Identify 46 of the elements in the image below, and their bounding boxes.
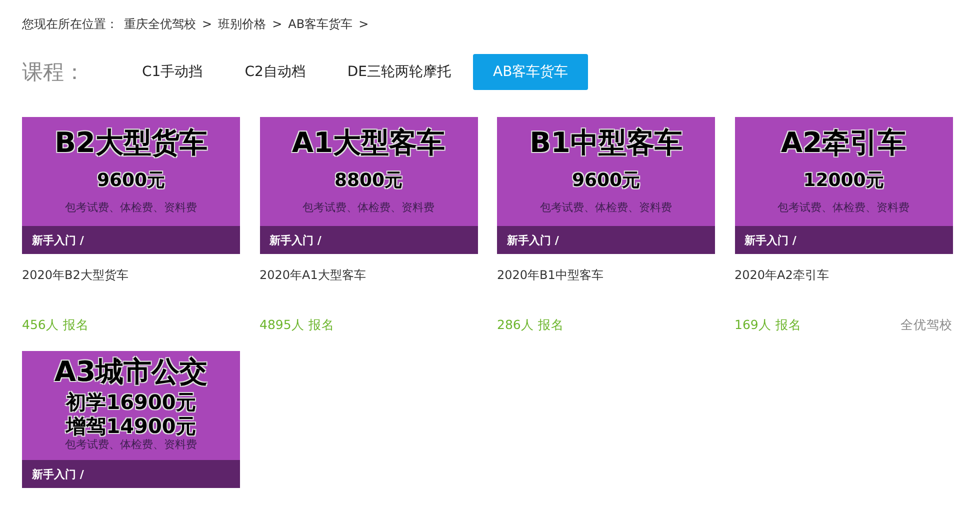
enroll-count: 169人 [734, 316, 772, 334]
banner-note: 包考试费、体检费、资料费 [65, 438, 197, 452]
banner-note: 包考试费、体检费、资料费 [778, 201, 910, 215]
banner-title: B1中型客车 [530, 125, 682, 161]
enroll-count: 286人 [497, 316, 534, 334]
enroll-count: 456人 [22, 316, 59, 334]
banner-tag: 新手入门 / [22, 460, 240, 488]
banner-tag: 新手入门 / [734, 226, 952, 254]
course-tab[interactable]: C1手动挡 [122, 54, 223, 90]
banner-price: 9600元 [572, 169, 640, 193]
breadcrumb-link[interactable]: 重庆全优驾校 [124, 16, 196, 32]
banner-title: A3城市公交 [54, 354, 208, 390]
course-banner[interactable]: A2牵引车 12000元 包考试费、体检费、资料费 新手入门 / [734, 117, 952, 254]
banner-title: A1大型客车 [292, 125, 446, 161]
banner-note: 包考试费、体检费、资料费 [302, 201, 434, 215]
school-name: 全优驾校 [900, 316, 952, 334]
banner-note: 包考试费、体检费、资料费 [540, 201, 672, 215]
course-banner[interactable]: A1大型客车 8800元 包考试费、体检费、资料费 新手入门 / [260, 117, 478, 254]
course-title[interactable]: 2020年B1中型客车 [497, 267, 715, 317]
banner-title: B2大型货车 [54, 125, 208, 161]
breadcrumb-link[interactable]: AB客车货车 [288, 16, 353, 32]
banner-price: 初学16900元 [66, 390, 196, 414]
breadcrumb-separator: > [272, 17, 282, 31]
course-banner[interactable]: B2大型货车 9600元 包考试费、体检费、资料费 新手入门 / [22, 117, 240, 254]
banner-price: 12000元 [803, 169, 884, 193]
banner-tag: 新手入门 / [497, 226, 715, 254]
banner-price: 9600元 [96, 169, 166, 193]
banner-price: 增驾14900元 [66, 414, 196, 438]
banner-tag: 新手入门 / [260, 226, 478, 254]
breadcrumb-separator: > [358, 17, 369, 31]
course-banner[interactable]: B1中型客车 9600元 包考试费、体检费、资料费 新手入门 / [497, 117, 715, 254]
banner-tag: 新手入门 / [22, 226, 240, 254]
breadcrumb-separator: > [202, 17, 212, 31]
breadcrumb-link[interactable]: 班别价格 [218, 16, 266, 32]
course-title[interactable]: 2020年A2牵引车 [734, 267, 952, 317]
enroll-count: 4895人 [260, 316, 304, 334]
course-title[interactable]: 2020年A1大型客车 [260, 267, 478, 317]
breadcrumb-label: 您现在所在位置： [22, 16, 118, 32]
course-banner[interactable]: A3城市公交 初学16900元 增驾14900元 包考试费、体检费、资料费 新手入门 / [22, 351, 240, 488]
course-tab[interactable]: C2自动档 [224, 54, 326, 90]
banner-title: A2牵引车 [780, 125, 906, 161]
filter-label: 课程： [22, 59, 86, 86]
banner-note: 包考试费、体检费、资料费 [65, 201, 197, 215]
course-title[interactable]: 2020年B2大型货车 [22, 267, 240, 317]
banner-price: 8800元 [334, 169, 403, 193]
course-tab[interactable]: DE三轮两轮摩托 [327, 54, 472, 90]
